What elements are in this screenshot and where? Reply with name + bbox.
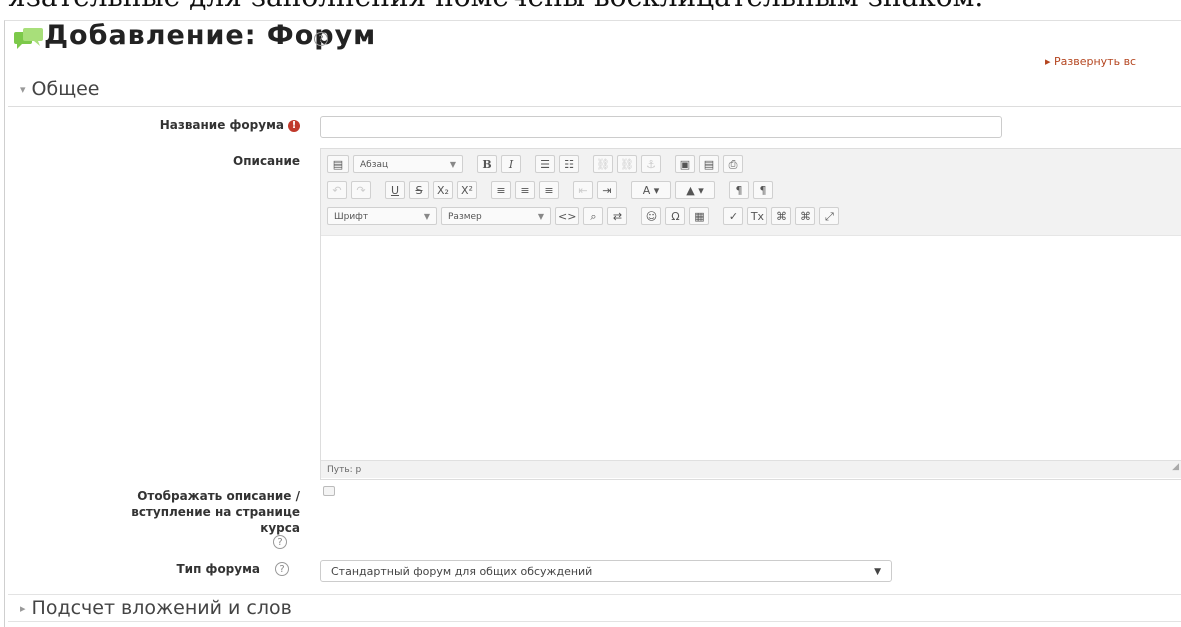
editor-statusbar: Путь: p ◢ (321, 460, 1181, 478)
spellcheck-button[interactable]: ⌘ (771, 207, 792, 225)
replace-button[interactable]: ⇄ (607, 207, 628, 225)
align-center-button[interactable]: ≡ (515, 181, 535, 199)
spellcheck-options-button[interactable]: ⌘ (795, 207, 816, 225)
font-family-value: Шрифт (334, 212, 369, 222)
insert-media-button[interactable]: ▤ (699, 155, 719, 173)
exclamation-icon: ! (288, 119, 300, 132)
collapse-indicator-icon: ▾ (20, 83, 26, 96)
toolbar-row-1: ▤ Абзац ▼ B I ☰ ☷ ⛓ ⛓ ⚓ ▣ ▤ ⎙ (327, 155, 743, 173)
toolbar-toggle-icon[interactable]: ▤ (327, 155, 349, 173)
section-general-header[interactable]: ▾ Общее (20, 78, 99, 100)
expand-indicator-icon: ▸ (20, 602, 26, 615)
description-editor: ▤ Абзац ▼ B I ☰ ☷ ⛓ ⛓ ⚓ ▣ ▤ ⎙ ↶ ↷ U S X₂… (320, 148, 1181, 480)
fullscreen-button[interactable]: ⤢ (819, 207, 840, 225)
cleanup-button[interactable]: ✓ (723, 207, 744, 225)
resize-handle-icon[interactable]: ◢ (1172, 458, 1179, 476)
background-color-icon: ▲ (686, 184, 695, 197)
subscript-button[interactable]: X₂ (433, 181, 453, 199)
font-size-value: Размер (448, 212, 482, 222)
bold-button[interactable]: B (477, 155, 497, 173)
forum-name-label: Название форума! (60, 118, 300, 132)
strikethrough-button[interactable]: S (409, 181, 429, 199)
redo-button[interactable]: ↷ (351, 181, 371, 199)
superscript-button[interactable]: X² (457, 181, 477, 199)
special-char-button[interactable]: Ω (665, 207, 686, 225)
link-button[interactable]: ⛓ (593, 155, 613, 173)
forum-icon (14, 28, 43, 49)
toolbar-row-2: ↶ ↷ U S X₂ X² ≡ ≡ ≡ ⇤ ⇥ A ▾ ▲ ▾ ¶ ¶ (327, 181, 773, 199)
find-button[interactable]: ⌕ (583, 207, 604, 225)
numbered-list-button[interactable]: ☷ (559, 155, 579, 173)
editor-text-area[interactable] (321, 236, 1181, 460)
bullet-list-button[interactable]: ☰ (535, 155, 555, 173)
expand-all-link[interactable]: ▸ Развернуть вс (1045, 55, 1136, 68)
font-size-select[interactable]: Размер ▼ (441, 207, 551, 225)
insert-image-button[interactable]: ▣ (675, 155, 695, 173)
italic-button[interactable]: I (501, 155, 521, 173)
section-divider (8, 106, 1181, 107)
editor-toolbar: ▤ Абзац ▼ B I ☰ ☷ ⛓ ⛓ ⚓ ▣ ▤ ⎙ ↶ ↷ U S X₂… (321, 149, 1181, 236)
help-icon[interactable]: ? (273, 535, 287, 549)
indent-button[interactable]: ⇥ (597, 181, 617, 199)
rtl-button[interactable]: ¶ (753, 181, 773, 199)
manage-files-button[interactable]: ⎙ (723, 155, 743, 173)
show-description-label-line3: курса (260, 521, 300, 535)
forum-type-value: Стандартный форум для общих обсуждений (331, 565, 593, 578)
chevron-down-icon: ▼ (423, 212, 430, 221)
undo-button[interactable]: ↶ (327, 181, 347, 199)
text-color-button[interactable]: A ▾ (631, 181, 671, 199)
chevron-down-icon: ▼ (874, 567, 881, 577)
emoticon-button[interactable]: ☺ (641, 207, 662, 225)
toolbar-row-3: Шрифт ▼ Размер ▼ <> ⌕ ⇄ ☺ Ω ▦ ✓ Tx ⌘ ⌘ ⤢ (327, 207, 840, 225)
section-divider (8, 621, 1181, 622)
section-divider (8, 594, 1181, 595)
paragraph-format-value: Абзац (360, 160, 389, 170)
show-description-label: Отображать описание / вступление на стра… (20, 488, 300, 536)
instruction-text: язательные для заполнения помечены воскл… (8, 0, 983, 13)
forum-name-label-text: Название форума (159, 118, 284, 132)
forum-type-label: Тип форума (176, 562, 260, 576)
show-description-checkbox[interactable] (323, 486, 335, 496)
background-color-button[interactable]: ▲ ▾ (675, 181, 715, 199)
section-general-title: Общее (31, 78, 100, 100)
show-description-label-line2: вступление на странице (131, 505, 300, 519)
top-instruction-text: язательные для заполнения помечены воскл… (0, 0, 1181, 20)
chevron-down-icon: ▼ (449, 160, 456, 169)
text-color-icon: A (642, 184, 651, 197)
chevron-down-icon: ▼ (537, 212, 544, 221)
forum-name-input[interactable] (320, 116, 1002, 138)
forum-type-select[interactable]: Стандартный форум для общих обсуждений ▼ (320, 560, 892, 582)
unlink-button[interactable]: ⛓ (617, 155, 637, 173)
anchor-button[interactable]: ⚓ (641, 155, 661, 173)
ltr-button[interactable]: ¶ (729, 181, 749, 199)
underline-button[interactable]: U (385, 181, 405, 199)
outdent-button[interactable]: ⇤ (573, 181, 593, 199)
section-attachments-title: Подсчет вложений и слов (31, 597, 292, 619)
paragraph-format-select[interactable]: Абзац ▼ (353, 155, 463, 173)
section-attachments-header[interactable]: ▸ Подсчет вложений и слов (20, 597, 292, 619)
align-left-button[interactable]: ≡ (491, 181, 511, 199)
show-description-label-line1: Отображать описание / (137, 489, 300, 503)
description-label: Описание (233, 154, 300, 168)
help-icon[interactable]: ? (314, 32, 328, 46)
insert-table-button[interactable]: ▦ (689, 207, 710, 225)
align-right-button[interactable]: ≡ (539, 181, 559, 199)
html-source-button[interactable]: <> (555, 207, 580, 225)
font-family-select[interactable]: Шрифт ▼ (327, 207, 437, 225)
help-icon[interactable]: ? (275, 562, 289, 576)
editor-path: Путь: p (327, 465, 362, 475)
remove-format-button[interactable]: Tx (747, 207, 768, 225)
